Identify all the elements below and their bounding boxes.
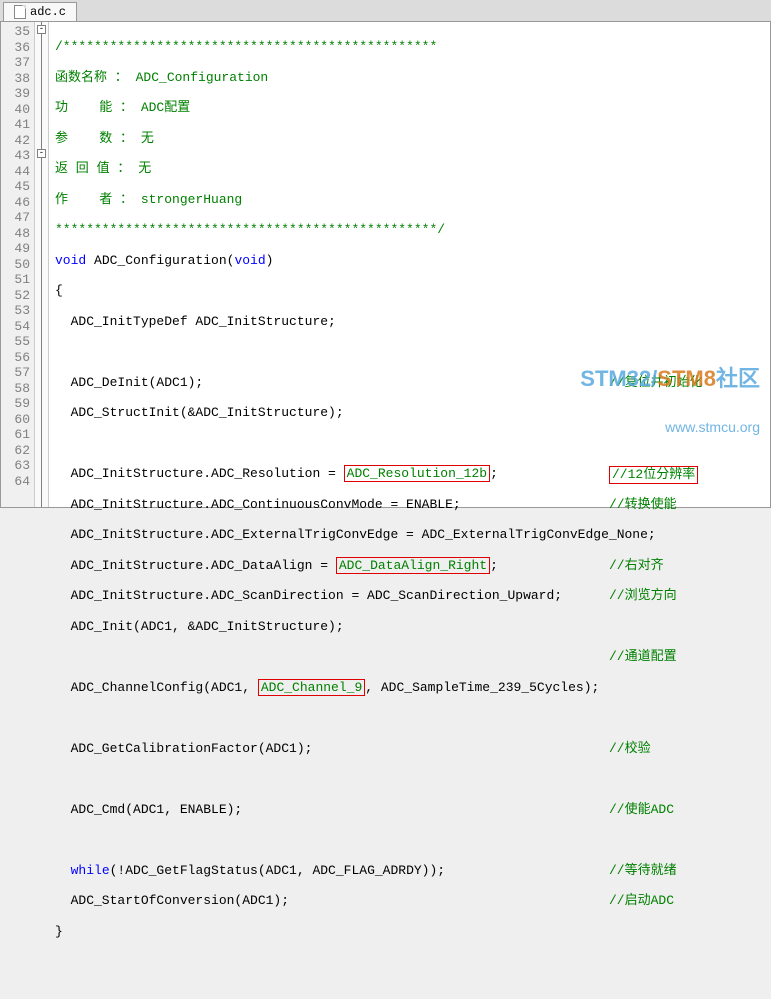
- fold-toggle-icon[interactable]: -: [37, 149, 46, 158]
- code-area[interactable]: /***************************************…: [49, 22, 770, 507]
- code-statement: ADC_StartOfConversion(ADC1);: [55, 893, 289, 908]
- inline-comment: //等待就绪: [609, 863, 677, 879]
- code-statement: ADC_InitStructure.ADC_ExternalTrigConvEd…: [55, 527, 656, 542]
- code-statement: ADC_StructInit(&ADC_InitStructure);: [55, 405, 344, 420]
- file-tab-adc[interactable]: adc.c: [3, 2, 77, 21]
- tab-filename: adc.c: [30, 5, 66, 19]
- file-icon: [14, 5, 26, 19]
- line-number-gutter: 3536373839404142434445464748495051525354…: [1, 22, 35, 507]
- highlighted-identifier: ADC_Resolution_12b: [344, 465, 490, 482]
- comment-line: ****************************************…: [55, 222, 445, 237]
- keyword-while: while: [71, 863, 110, 878]
- code-statement: ADC_Init(ADC1, &ADC_InitStructure);: [55, 619, 344, 634]
- watermark: STM32/STM8社区 www.stmcu.org: [544, 335, 760, 487]
- fold-toggle-icon[interactable]: -: [37, 25, 46, 34]
- code-statement: ADC_InitStructure.ADC_DataAlign =: [55, 558, 336, 573]
- inline-comment: //校验: [609, 741, 651, 757]
- inline-comment: //转换使能: [609, 497, 677, 513]
- keyword-void: void: [55, 253, 86, 268]
- inline-comment: //启动ADC: [609, 893, 674, 909]
- code-statement: ADC_InitTypeDef ADC_InitStructure;: [55, 314, 336, 329]
- brace-open: {: [55, 283, 63, 298]
- watermark-url: www.stmcu.org: [544, 419, 760, 435]
- code-statement: ADC_Cmd(ADC1, ENABLE);: [55, 802, 242, 817]
- inline-comment: //通道配置: [609, 649, 677, 665]
- tab-bar: adc.c: [0, 0, 771, 22]
- comment-line: 函数名称 ：: [55, 70, 128, 85]
- fold-column: - -: [35, 22, 49, 507]
- highlighted-identifier: ADC_Channel_9: [258, 679, 365, 696]
- code-statement: ADC_DeInit(ADC1);: [55, 375, 203, 390]
- code-editor[interactable]: 3536373839404142434445464748495051525354…: [0, 22, 771, 508]
- watermark-main: STM32/STM8社区: [580, 366, 760, 391]
- comment-line: 作 者 ：: [55, 192, 133, 207]
- code-statement: ADC_InitStructure.ADC_ScanDirection = AD…: [55, 588, 562, 603]
- inline-comment: //浏览方向: [609, 588, 677, 604]
- comment-line: /***************************************…: [55, 39, 437, 54]
- brace-close: }: [55, 924, 63, 939]
- code-statement: ADC_ChannelConfig(ADC1,: [55, 680, 258, 695]
- inline-comment: //右对齐: [609, 558, 664, 574]
- comment-line: 功 能 ：: [55, 100, 133, 115]
- code-statement: ADC_GetCalibrationFactor(ADC1);: [55, 741, 312, 756]
- code-statement: ADC_InitStructure.ADC_ContinuousConvMode…: [55, 497, 461, 512]
- inline-comment: //使能ADC: [609, 802, 674, 818]
- comment-line: 参 数 ：: [55, 131, 133, 146]
- comment-line: 返 回 值 ：: [55, 161, 130, 176]
- code-statement: ADC_InitStructure.ADC_Resolution =: [55, 466, 344, 481]
- highlighted-identifier: ADC_DataAlign_Right: [336, 557, 490, 574]
